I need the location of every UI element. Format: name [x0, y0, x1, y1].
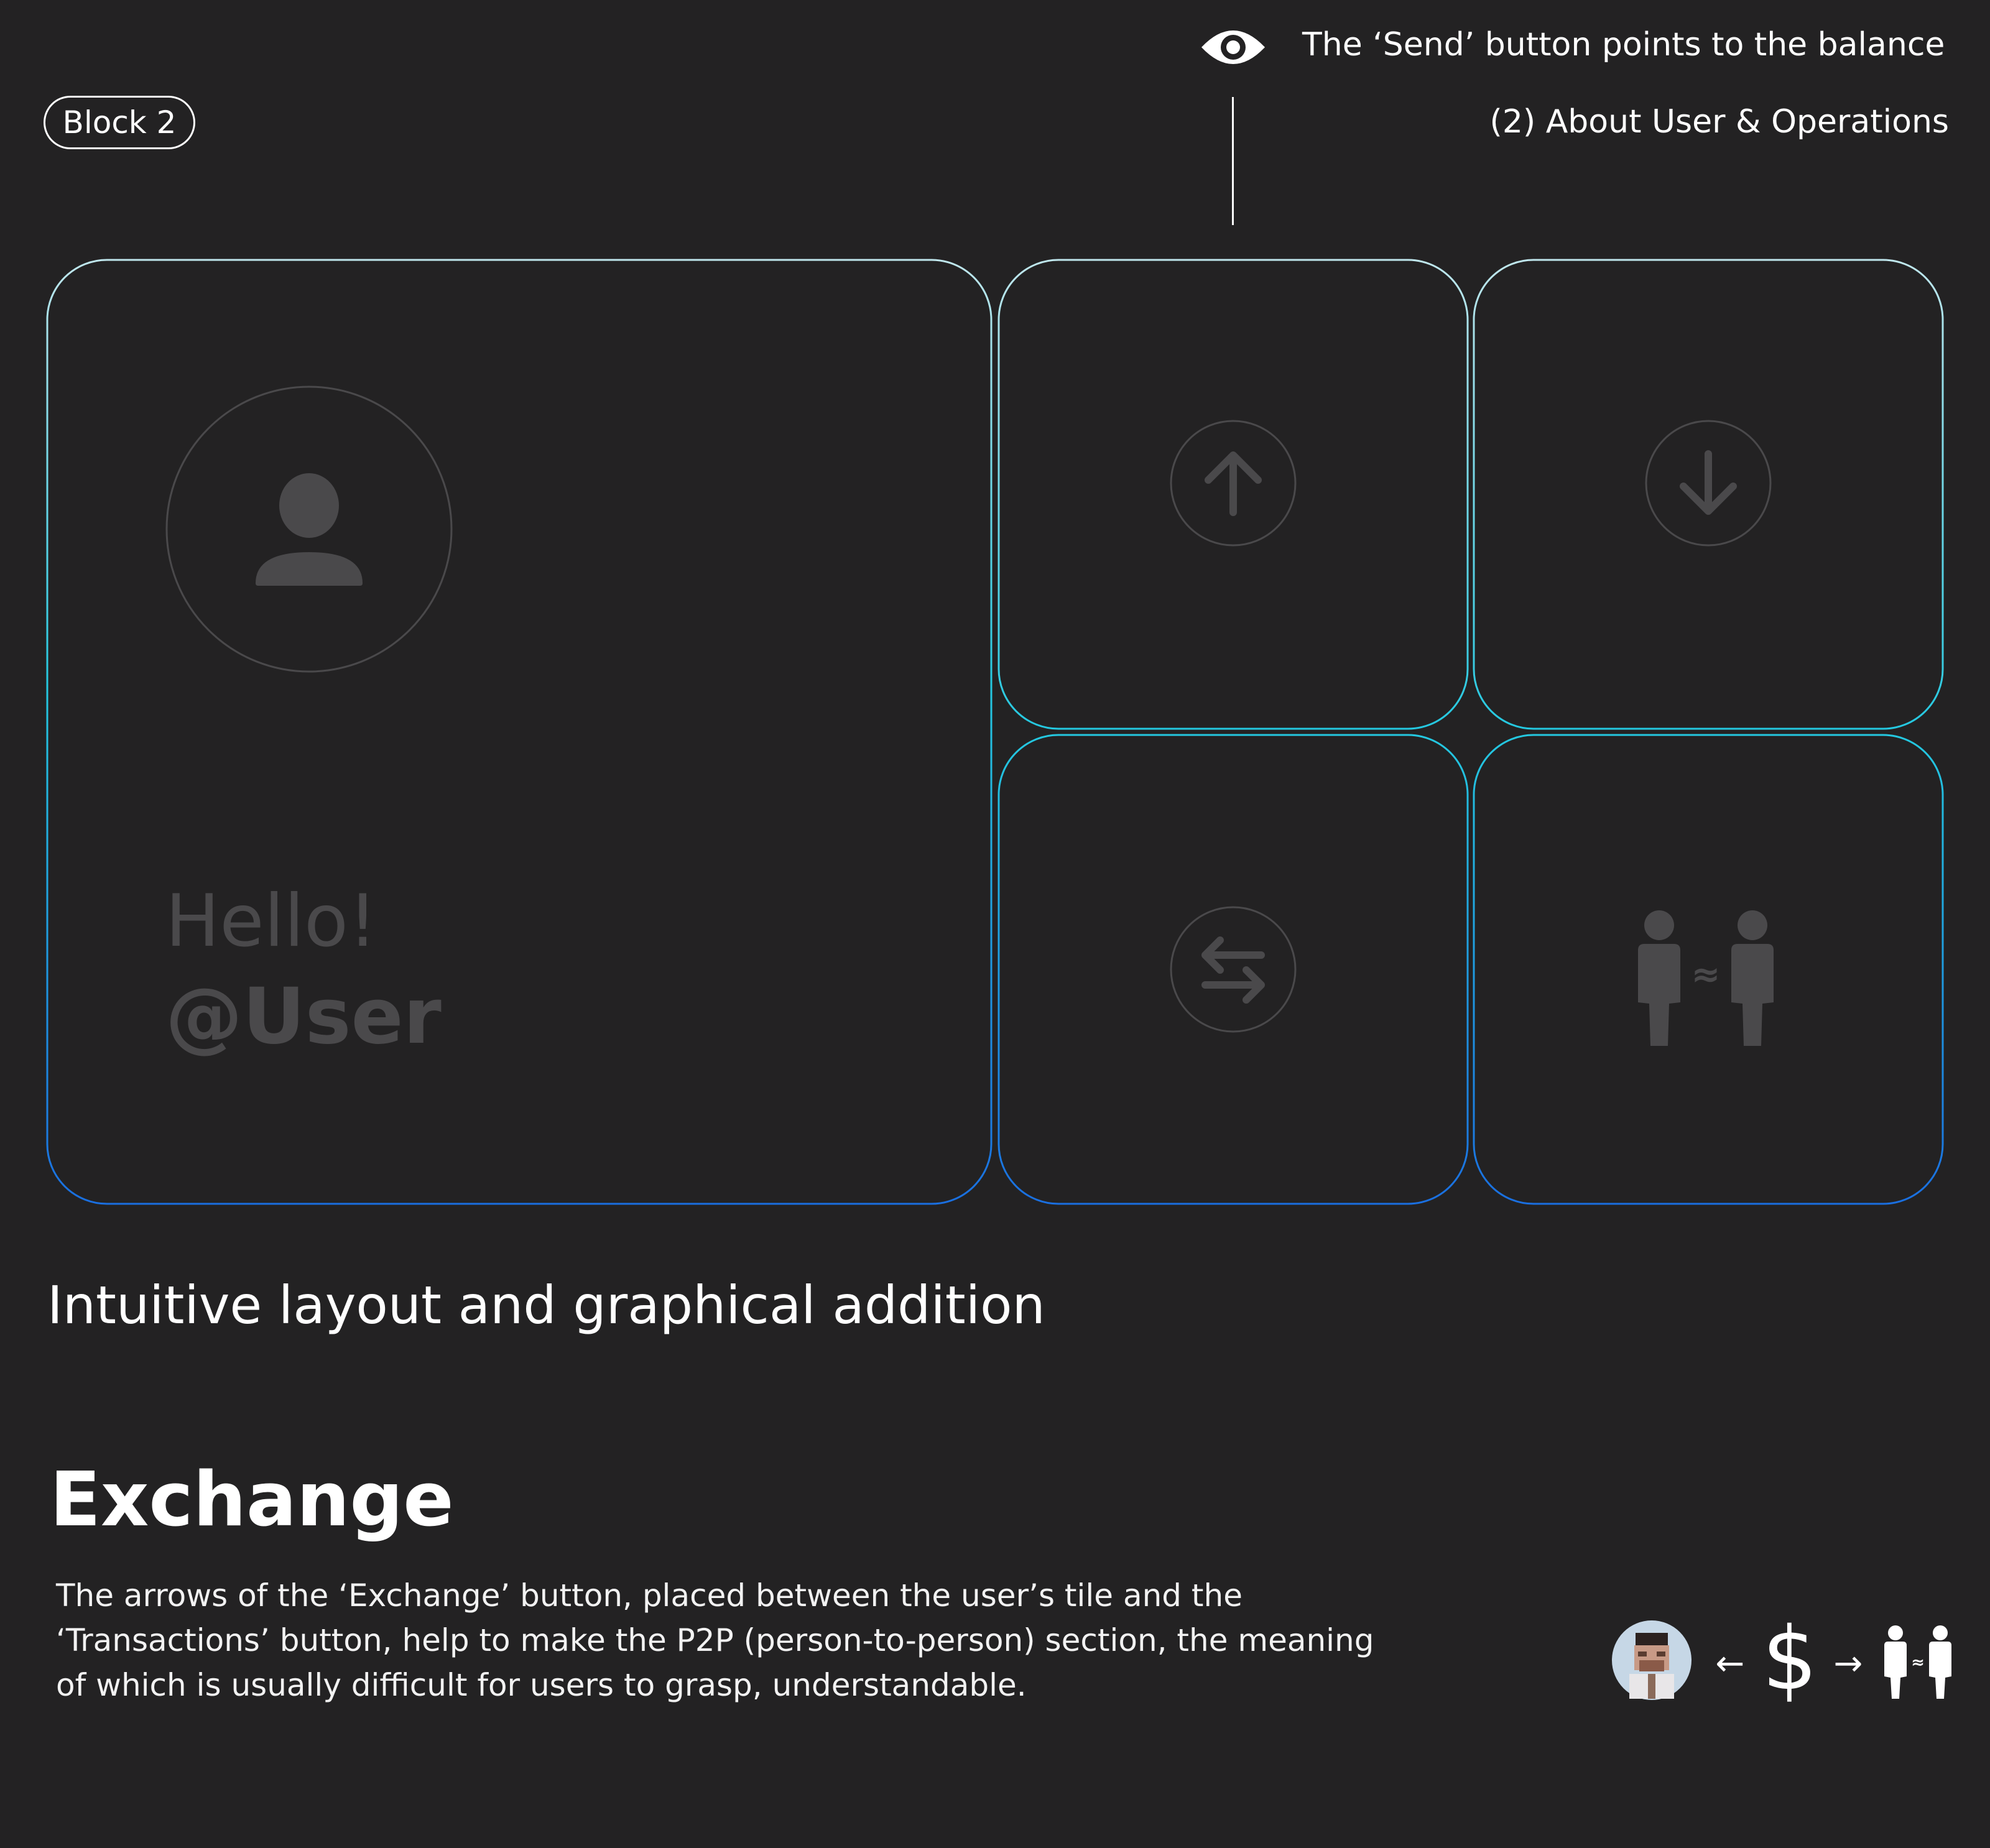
section-body: The arrows of the ‘Exchange’ button, pla…: [56, 1573, 1424, 1707]
person-to-person-icon: ≈: [1884, 1625, 1951, 1699]
arrow-right-icon: →: [1834, 1643, 1863, 1684]
user-handle: @User: [165, 972, 442, 1061]
tagline: Intuitive layout and graphical addition: [47, 1275, 1045, 1336]
body-line: The arrows of the ‘Exchange’ button, pla…: [56, 1578, 1243, 1614]
greeting-text: Hello!: [165, 879, 377, 963]
approx-symbol: ≈: [1911, 1653, 1925, 1672]
arrow-up-icon: [1170, 420, 1297, 547]
section-title: Exchange: [50, 1457, 454, 1543]
person-to-person-icon: ≈: [1638, 910, 1774, 1046]
arrow-left-icon: ←: [1716, 1643, 1745, 1684]
body-line: ‘Transactions’ button, help to make the …: [56, 1622, 1374, 1658]
user-photo-icon: [1612, 1620, 1691, 1700]
exchange-flow-diagram: ← $ → ≈: [1612, 1617, 1951, 1704]
arrow-down-icon: [1645, 420, 1772, 547]
user-avatar-icon: [165, 386, 453, 673]
approx-symbol: ≈: [1691, 954, 1721, 995]
swap-arrows-icon: [1170, 906, 1297, 1033]
body-line: of which is usually difficult for users …: [56, 1667, 1027, 1703]
dollar-icon: $: [1762, 1617, 1817, 1704]
